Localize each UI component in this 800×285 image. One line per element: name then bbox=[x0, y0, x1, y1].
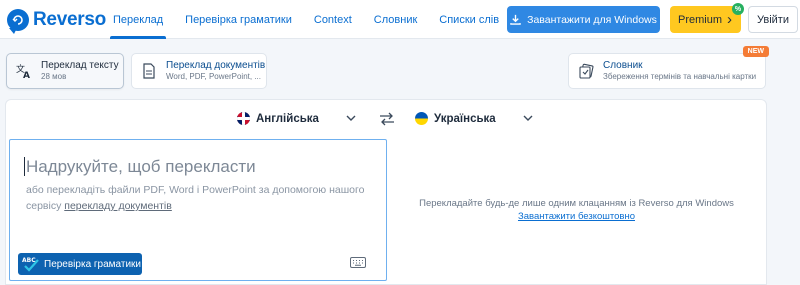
mode-text-subtitle: 28 мов bbox=[41, 72, 67, 81]
swap-languages-icon[interactable] bbox=[379, 112, 395, 126]
document-icon bbox=[140, 62, 158, 80]
chevron-down-icon[interactable] bbox=[346, 113, 356, 123]
nav-grammar-check[interactable]: Перевірка граматики bbox=[174, 0, 303, 39]
target-text-area: Перекладайте будь-де лише одним клацання… bbox=[388, 139, 765, 281]
login-button[interactable]: Увійти bbox=[748, 6, 798, 33]
target-language-select[interactable]: Українська bbox=[415, 112, 496, 125]
mode-dictionary-subtitle: Збереження термінів та навчальні картки bbox=[603, 72, 757, 81]
document-hint: або перекладіть файли PDF, Word і PowerP… bbox=[26, 182, 376, 214]
mode-dictionary-title: Словник bbox=[603, 60, 643, 71]
mode-docs-subtitle: Word, PDF, PowerPoint, ... bbox=[166, 72, 261, 81]
nav-dictionary[interactable]: Словник bbox=[363, 0, 428, 39]
target-language-label: Українська bbox=[434, 112, 496, 125]
premium-label: Premium bbox=[678, 13, 723, 26]
document-translation-link[interactable]: перекладу документів bbox=[64, 200, 172, 212]
download-free-link[interactable]: Завантажити безкоштовно bbox=[388, 210, 765, 223]
download-label: Завантажити для Windows bbox=[527, 13, 657, 26]
main-nav: Переклад Перевірка граматики Context Сло… bbox=[102, 0, 548, 39]
source-placeholder: Надрукуйте, щоб перекласти bbox=[26, 157, 256, 176]
source-text-area[interactable]: Надрукуйте, щоб перекласти або перекладі… bbox=[9, 139, 387, 281]
windows-promo-text: Перекладайте будь-де лише одним клацання… bbox=[419, 198, 734, 209]
download-icon bbox=[510, 14, 521, 25]
keyboard-icon[interactable] bbox=[350, 257, 366, 268]
translate-icon: 文A bbox=[15, 62, 33, 80]
logo-bubble-icon bbox=[7, 9, 29, 34]
grammar-check-button[interactable]: ABC Перевірка граматики bbox=[18, 253, 142, 275]
mode-dictionary[interactable]: Словник Збереження термінів та навчальні… bbox=[568, 46, 769, 89]
translator-panel: Англійська Українська Надрукуйте, щоб пе… bbox=[5, 99, 767, 285]
discount-badge-icon: % bbox=[732, 3, 744, 15]
nav-word-lists[interactable]: Списки слів bbox=[428, 0, 510, 39]
uk-flag-icon bbox=[237, 112, 250, 125]
download-windows-button[interactable]: Завантажити для Windows bbox=[507, 6, 660, 33]
top-navbar: Reverso Переклад Перевірка граматики Con… bbox=[0, 0, 800, 39]
ukraine-flag-icon bbox=[415, 112, 428, 125]
source-language-label: Англійська bbox=[256, 112, 319, 125]
source-language-select[interactable]: Англійська bbox=[237, 112, 319, 125]
new-badge: NEW bbox=[742, 46, 769, 57]
chevron-down-icon[interactable] bbox=[523, 113, 533, 123]
windows-promo: Перекладайте будь-де лише одним клацання… bbox=[388, 197, 765, 223]
mode-text-title: Переклад тексту bbox=[41, 60, 119, 71]
nav-translation[interactable]: Переклад bbox=[102, 0, 174, 39]
nav-context[interactable]: Context bbox=[303, 0, 363, 39]
mode-document-translation[interactable]: Переклад документів Word, PDF, PowerPoin… bbox=[131, 53, 267, 89]
logo-text: Reverso bbox=[33, 9, 106, 30]
flashcards-icon bbox=[577, 62, 595, 80]
reverso-logo[interactable]: Reverso bbox=[7, 7, 106, 34]
chevron-right-icon: › bbox=[727, 11, 733, 28]
premium-button[interactable]: Premium › % bbox=[670, 3, 744, 33]
language-bar: Англійська Українська bbox=[6, 100, 766, 138]
svg-text:A: A bbox=[23, 71, 30, 79]
text-caret bbox=[24, 157, 25, 176]
grammar-check-label: Перевірка граматики bbox=[44, 258, 142, 270]
mode-text-translation[interactable]: 文A Переклад тексту 28 мов bbox=[6, 53, 124, 89]
abc-check-icon: ABC bbox=[22, 257, 39, 272]
mode-docs-title: Переклад документів bbox=[166, 60, 266, 71]
